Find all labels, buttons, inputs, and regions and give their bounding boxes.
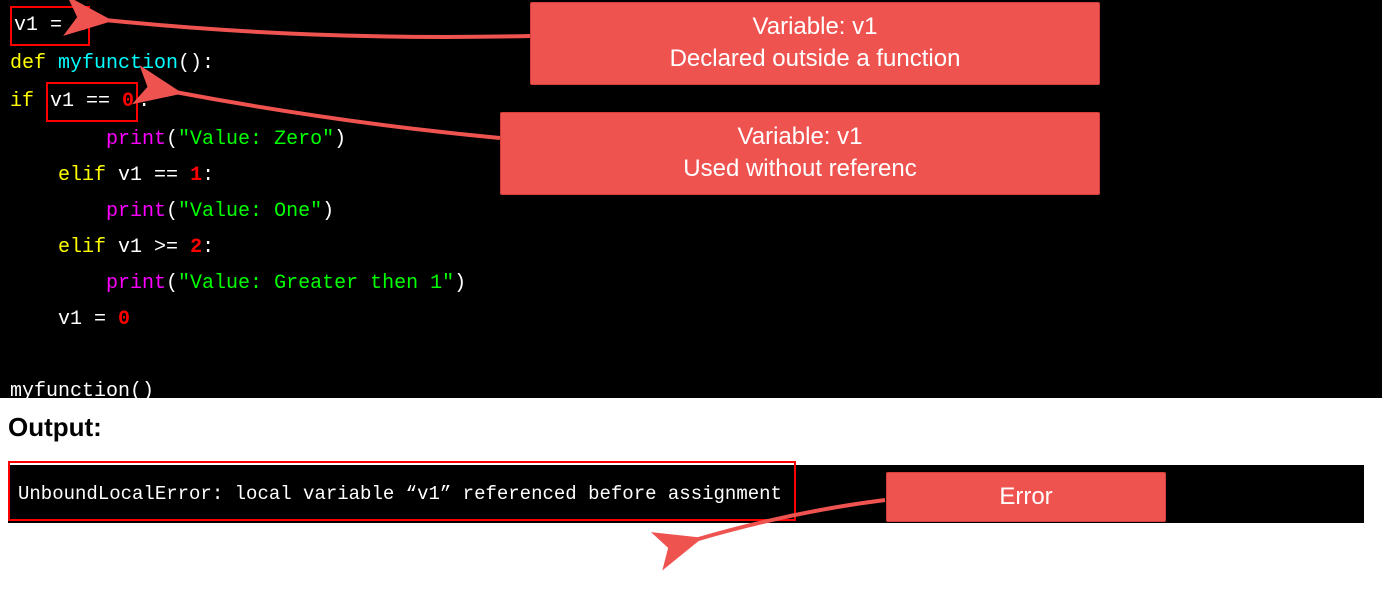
callout-variable-declared: Variable: v1 Declared outside a function: [530, 2, 1100, 85]
highlight-box-v1-decl: v1 = 1: [10, 6, 90, 46]
code-token: 1: [74, 14, 86, 37]
code-line-10: [10, 338, 1372, 374]
output-text: UnboundLocalError: local variable “v1” r…: [18, 483, 782, 505]
code-token: "Value: Greater then 1": [178, 272, 454, 295]
code-token: def: [10, 52, 58, 75]
code-token: [10, 200, 106, 223]
code-token: >=: [142, 236, 190, 259]
callout-text: Declared outside a function: [547, 43, 1083, 75]
code-token: elif: [58, 164, 118, 187]
code-token: v1: [118, 164, 142, 187]
code-line-6: print("Value: One"): [10, 194, 1372, 230]
callout-text: Error: [999, 483, 1052, 510]
code-token: (: [166, 200, 178, 223]
code-token: 0: [118, 308, 130, 331]
code-line-7: elif v1 >= 2:: [10, 230, 1372, 266]
code-token: 1: [190, 164, 202, 187]
callout-variable-used: Variable: v1 Used without referenc: [500, 112, 1100, 195]
code-token: print: [106, 128, 166, 151]
code-token: ): [322, 200, 334, 223]
code-token: ): [454, 272, 466, 295]
code-token: [10, 236, 58, 259]
highlight-box-v1-use: v1 == 0: [46, 82, 138, 122]
code-token: ==: [142, 164, 190, 187]
code-token: elif: [58, 236, 118, 259]
code-token: (: [166, 128, 178, 151]
code-token: ==: [74, 90, 122, 113]
code-token: v1: [118, 236, 142, 259]
code-token: v1: [14, 14, 38, 37]
code-token: =: [38, 14, 74, 37]
code-line-11: myfunction(): [10, 374, 1372, 410]
code-token: (: [166, 272, 178, 295]
callout-text: Variable: v1: [517, 121, 1083, 153]
code-token: if: [10, 90, 46, 113]
code-token: :: [202, 164, 214, 187]
code-block: v1 = 1 def myfunction(): if v1 == 0: pri…: [0, 0, 1382, 398]
code-token: myfunction: [58, 52, 178, 75]
code-token: [10, 308, 58, 331]
code-token: [10, 128, 106, 151]
code-token: [10, 344, 22, 367]
callout-text: Variable: v1: [547, 11, 1083, 43]
code-token: =: [82, 308, 118, 331]
output-heading: Output:: [8, 412, 1374, 443]
code-line-9: v1 = 0: [10, 302, 1372, 338]
code-token: print: [106, 200, 166, 223]
code-line-8: print("Value: Greater then 1"): [10, 266, 1372, 302]
code-token: 2: [190, 236, 202, 259]
code-token: ): [334, 128, 346, 151]
code-token: print: [106, 272, 166, 295]
code-token: myfunction(): [10, 380, 154, 403]
code-token: v1: [58, 308, 82, 331]
code-token: [10, 164, 58, 187]
callout-error: Error: [886, 472, 1166, 522]
output-section: Output: UnboundLocalError: local variabl…: [0, 398, 1382, 523]
code-token: v1: [50, 90, 74, 113]
code-token: ():: [178, 52, 214, 75]
callout-text: Used without referenc: [517, 153, 1083, 185]
code-token: :: [202, 236, 214, 259]
code-token: "Value: Zero": [178, 128, 334, 151]
code-token: 0: [122, 90, 134, 113]
code-token: "Value: One": [178, 200, 322, 223]
code-token: [10, 272, 106, 295]
code-token: :: [138, 90, 150, 113]
